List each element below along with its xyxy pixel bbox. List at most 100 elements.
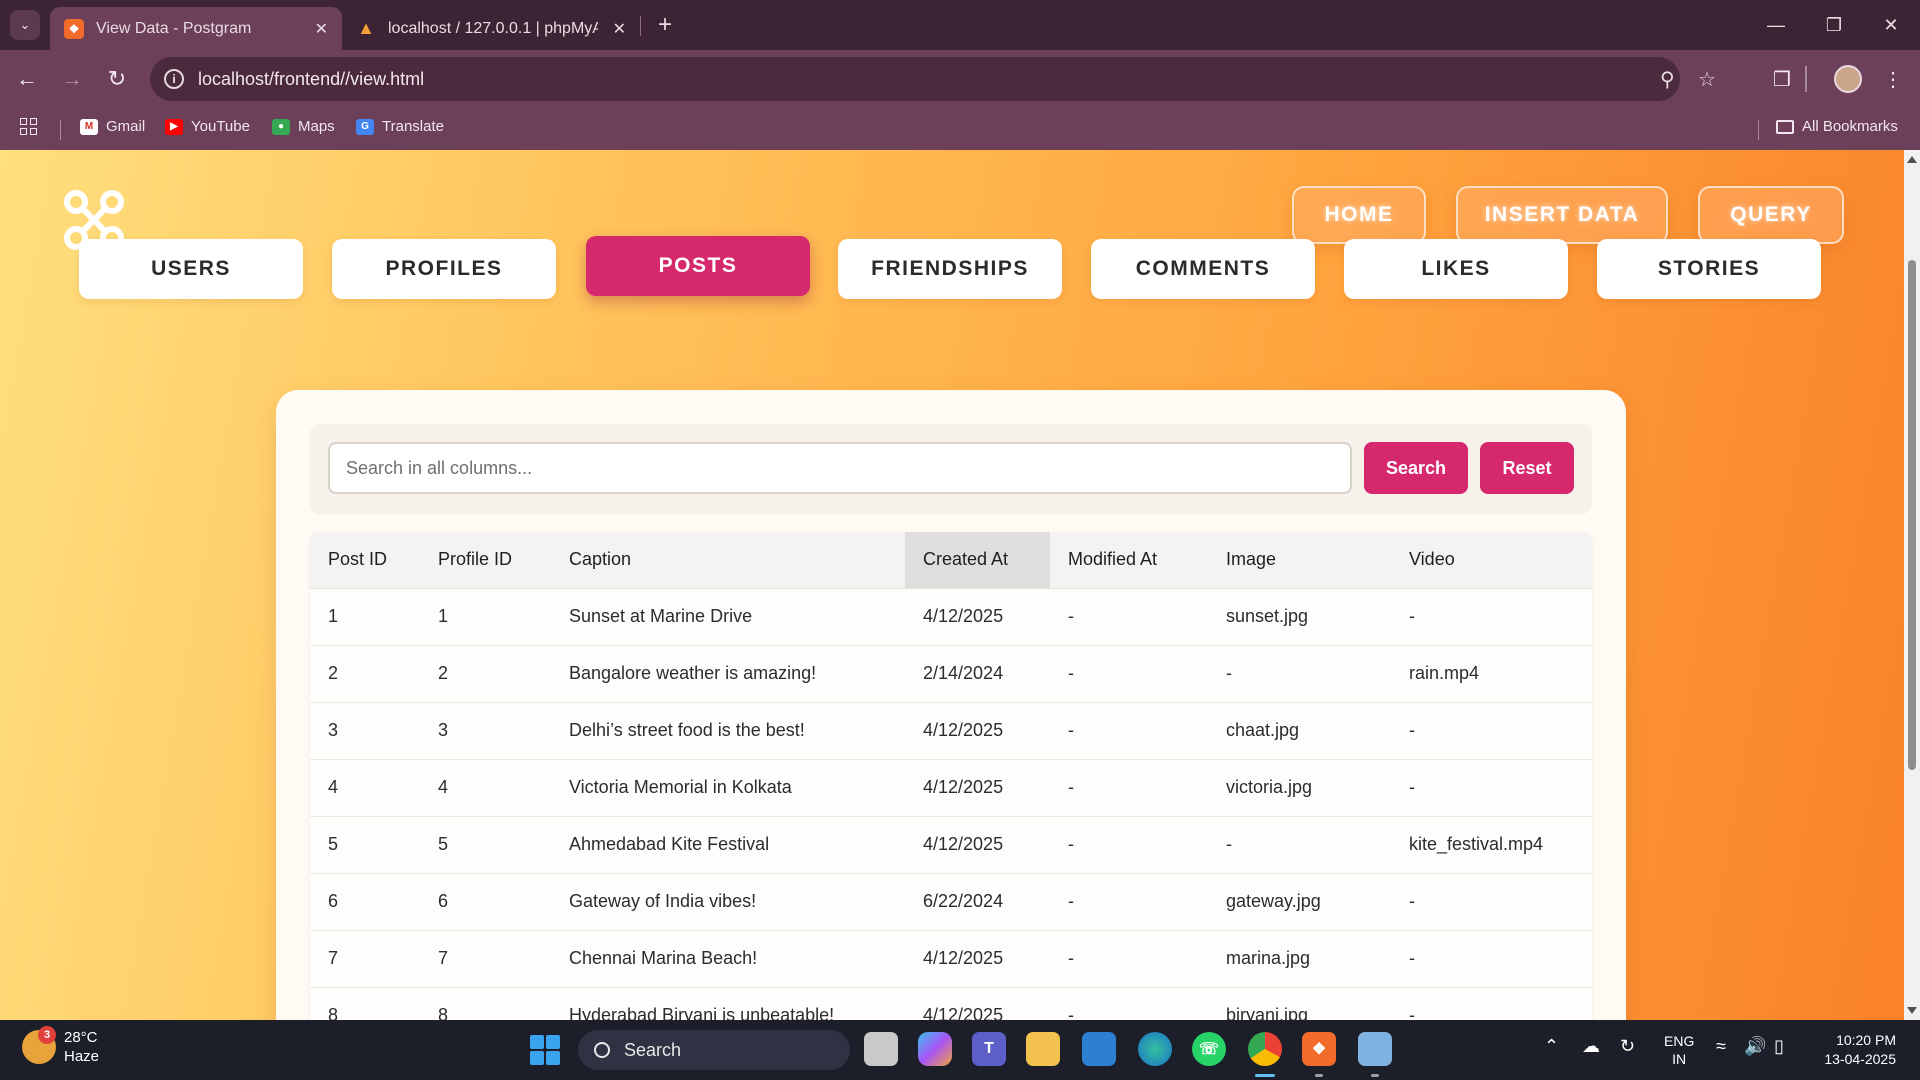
taskbar-search[interactable]: Search — [578, 1030, 850, 1070]
search-button[interactable]: Search — [1364, 442, 1468, 494]
all-bookmarks-label: All Bookmarks — [1802, 118, 1898, 135]
forward-arrow-icon[interactable]: → — [55, 62, 89, 96]
table-row: 4 4 Victoria Memorial in Kolkata 4/12/20… — [310, 759, 1592, 817]
table-cell: Gateway of India vibes! — [551, 873, 905, 931]
table-row: 2 2 Bangalore weather is amazing! 2/14/2… — [310, 645, 1592, 703]
folder-icon — [1776, 119, 1794, 134]
scroll-down-arrow-icon[interactable] — [1907, 1007, 1917, 1014]
tab-posts[interactable]: POSTS — [586, 236, 810, 296]
notification-badge: 3 — [38, 1026, 56, 1044]
bookmark-maps[interactable]: ● Maps — [272, 118, 335, 135]
whatsapp-icon[interactable]: ☏ — [1192, 1032, 1226, 1066]
page-scrollbar[interactable] — [1904, 150, 1920, 1020]
language-indicator[interactable]: ENG IN — [1664, 1032, 1694, 1068]
tab-title: localhost / 127.0.0.1 | phpMyAd — [388, 19, 598, 37]
tab-search-chevron-icon[interactable]: ⌄ — [10, 10, 40, 40]
onedrive-cloud-icon[interactable]: ☁ — [1582, 1036, 1600, 1057]
sync-icon[interactable]: ↻ — [1620, 1036, 1635, 1057]
address-bar[interactable]: i localhost/frontend//view.html ⚲ ☆ — [150, 57, 1716, 101]
tab-users[interactable]: USERS — [79, 239, 303, 299]
tab-stories[interactable]: STORIES — [1597, 239, 1821, 299]
table-cell: 4/12/2025 — [905, 759, 1050, 817]
minimize-icon[interactable]: — — [1747, 0, 1805, 50]
lang-region: IN — [1672, 1051, 1687, 1067]
table-cell: - — [1391, 702, 1592, 760]
insert-data-button[interactable]: INSERT DATA — [1456, 186, 1668, 244]
all-bookmarks[interactable]: All Bookmarks — [1776, 118, 1898, 135]
chevron-up-icon[interactable]: ⌃ — [1544, 1036, 1559, 1057]
apps-grid-icon[interactable] — [20, 118, 37, 135]
home-button[interactable]: HOME — [1292, 186, 1426, 244]
back-arrow-icon[interactable]: ← — [10, 62, 44, 96]
bookmark-translate[interactable]: G Translate — [356, 118, 444, 135]
tab-profiles[interactable]: PROFILES — [332, 239, 556, 299]
bookmarks-bar: M Gmail ▶ YouTube ● Maps G Translate All… — [0, 108, 1920, 150]
weather-widget[interactable]: 3 28°C Haze — [22, 1026, 99, 1066]
profile-avatar[interactable] — [1834, 65, 1862, 93]
battery-icon[interactable]: ▯ — [1774, 1036, 1784, 1057]
zoom-icon[interactable]: ⚲ — [1660, 67, 1675, 92]
toolbar-divider — [1805, 66, 1807, 92]
table-row: 8 8 Hyderabad Biryani is unbeatable! 4/1… — [310, 987, 1592, 1020]
table-cell: Victoria Memorial in Kolkata — [551, 759, 905, 817]
column-header[interactable]: Profile ID — [420, 532, 551, 589]
teams-icon[interactable]: T — [972, 1032, 1006, 1066]
site-info-icon[interactable]: i — [164, 69, 184, 89]
column-header[interactable]: Modified At — [1050, 532, 1208, 589]
wifi-icon[interactable]: ≈ — [1716, 1036, 1726, 1057]
edge-icon[interactable] — [1138, 1032, 1172, 1066]
table-cell: 2/14/2024 — [905, 645, 1050, 703]
weather-temp: 28°C — [64, 1029, 98, 1046]
table-cell: 8 — [310, 987, 420, 1020]
weather-haze-icon: 3 — [22, 1026, 56, 1064]
table-cell: 3 — [420, 702, 551, 760]
table-cell: - — [1391, 588, 1592, 646]
resource-monitor-icon[interactable] — [1358, 1032, 1392, 1066]
file-explorer-icon[interactable] — [1026, 1032, 1060, 1066]
table-row: 7 7 Chennai Marina Beach! 4/12/2025 - ma… — [310, 930, 1592, 988]
browser-tab[interactable]: ▲ localhost / 127.0.0.1 | phpMyAd ✕ — [342, 7, 640, 50]
browser-tab-active[interactable]: ❖ View Data - Postgram ✕ — [50, 7, 342, 50]
volume-icon[interactable]: 🔊 — [1744, 1036, 1766, 1057]
system-clock[interactable]: 10:20 PM 13-04-2025 — [1808, 1031, 1896, 1069]
tab-comments[interactable]: COMMENTS — [1091, 239, 1315, 299]
task-view-icon[interactable] — [864, 1032, 898, 1066]
table-row: 6 6 Gateway of India vibes! 6/22/2024 - … — [310, 873, 1592, 931]
tab-friendships[interactable]: FRIENDSHIPS — [838, 239, 1062, 299]
copilot-icon[interactable] — [918, 1032, 952, 1066]
search-input[interactable] — [328, 442, 1352, 494]
xampp-icon[interactable]: ❖ — [1302, 1032, 1336, 1066]
bookmark-star-icon[interactable]: ☆ — [1698, 67, 1716, 92]
bookmark-label: Gmail — [106, 118, 146, 135]
reload-icon[interactable]: ↻ — [100, 62, 134, 96]
tab-likes[interactable]: LIKES — [1344, 239, 1568, 299]
restore-icon[interactable]: ❐ — [1805, 0, 1863, 50]
column-header[interactable]: Post ID — [310, 532, 420, 589]
column-header[interactable]: Video — [1391, 532, 1592, 589]
column-header[interactable]: Caption — [551, 532, 905, 589]
scroll-up-arrow-icon[interactable] — [1907, 156, 1917, 163]
scrollbar-thumb[interactable] — [1908, 260, 1916, 770]
close-tab-icon[interactable]: ✕ — [315, 19, 328, 39]
column-header[interactable]: Image — [1208, 532, 1391, 589]
menu-kebab-icon[interactable]: ⋮ — [1876, 62, 1910, 96]
table-cell: 1 — [420, 588, 551, 646]
extensions-puzzle-icon[interactable]: ❒ — [1765, 62, 1799, 96]
table-row: 1 1 Sunset at Marine Drive 4/12/2025 - s… — [310, 588, 1592, 646]
bookmark-youtube[interactable]: ▶ YouTube — [165, 118, 250, 135]
posts-table: Post ID Profile ID Caption Created At Mo… — [310, 532, 1592, 1020]
taskbar-search-label: Search — [624, 1039, 682, 1060]
microsoft-store-icon[interactable] — [1082, 1032, 1116, 1066]
column-header-sorted[interactable]: Created At — [905, 532, 1050, 589]
reset-button[interactable]: Reset — [1480, 442, 1574, 494]
bookmark-gmail[interactable]: M Gmail — [80, 118, 145, 135]
close-window-icon[interactable]: ✕ — [1862, 0, 1920, 50]
close-tab-icon[interactable]: ✕ — [613, 19, 626, 39]
chrome-icon[interactable] — [1248, 1032, 1282, 1066]
table-cell: - — [1050, 645, 1208, 703]
windows-start-icon[interactable] — [530, 1035, 560, 1065]
table-row: 3 3 Delhi’s street food is the best! 4/1… — [310, 702, 1592, 760]
new-tab-plus-icon[interactable]: + — [650, 10, 680, 40]
table-cell: Sunset at Marine Drive — [551, 588, 905, 646]
query-button[interactable]: QUERY — [1698, 186, 1844, 244]
